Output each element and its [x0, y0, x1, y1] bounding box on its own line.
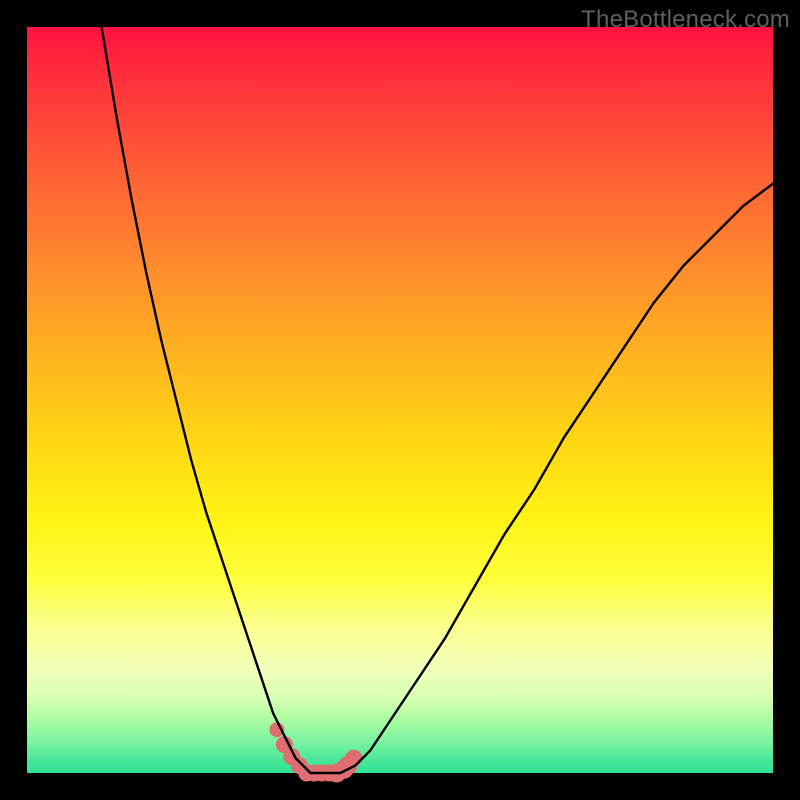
bottleneck-curve	[102, 27, 773, 773]
chart-stage: TheBottleneck.com	[0, 0, 800, 800]
plot-area	[27, 27, 773, 773]
bottleneck-curve-svg	[27, 27, 773, 773]
watermark-text: TheBottleneck.com	[581, 6, 790, 34]
highlight-marker	[346, 750, 362, 766]
